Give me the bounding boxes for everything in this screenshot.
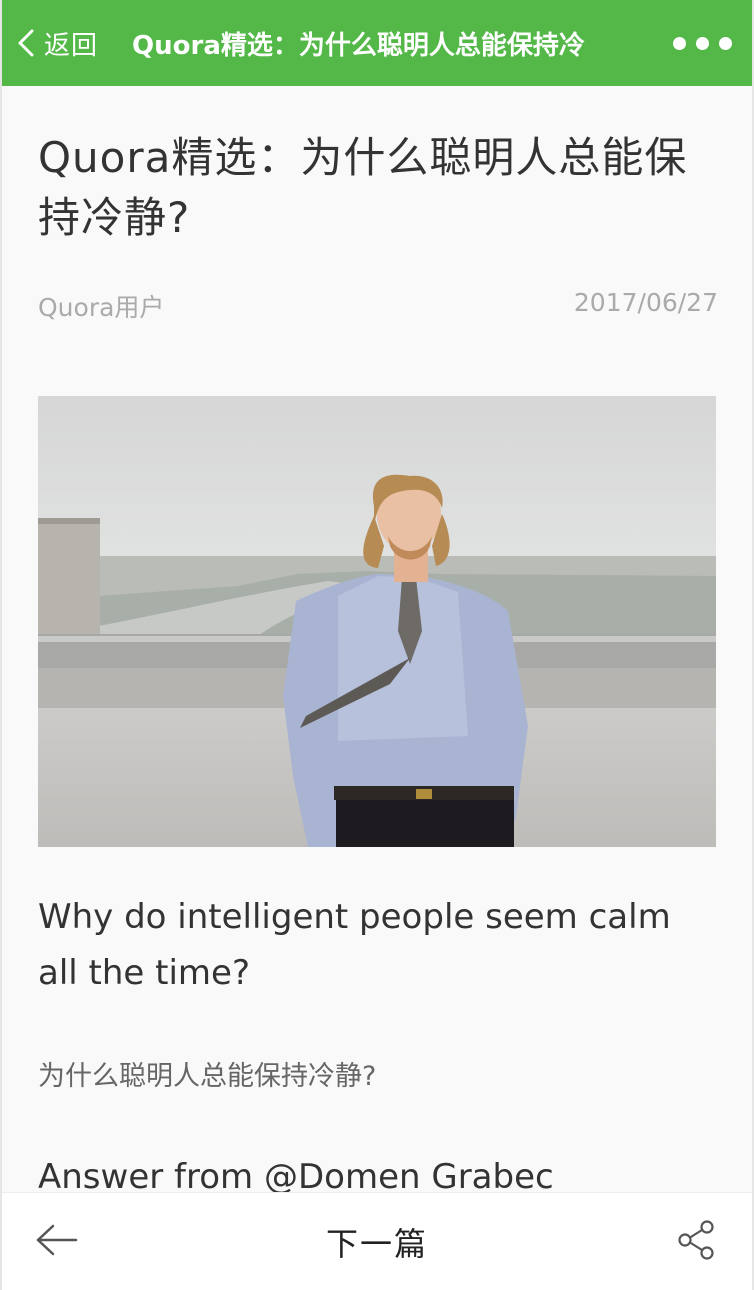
question-english: Why do intelligent people seem calm all … — [38, 897, 671, 993]
top-nav-bar: 返回 Quora精选：为什么聪明人总能保持冷 — [2, 0, 752, 86]
chevron-left-icon — [16, 28, 36, 58]
article-title: Quora精选：为什么聪明人总能保持冷静? — [38, 133, 688, 242]
previous-button[interactable] — [2, 1193, 112, 1290]
more-button[interactable] — [652, 0, 752, 86]
back-button[interactable]: 返回 — [2, 0, 132, 86]
article-content: Quora精选：为什么聪明人总能保持冷静? Quora用户 2017/06/27 — [38, 86, 718, 1201]
question-chinese: 为什么聪明人总能保持冷静? — [38, 1061, 377, 1092]
nav-title: Quora精选：为什么聪明人总能保持冷 — [132, 30, 585, 61]
back-label: 返回 — [44, 30, 99, 61]
next-article-button[interactable]: 下一篇 — [326, 1219, 428, 1265]
arrow-left-icon — [35, 1223, 79, 1261]
publish-date: 2017/06/27 — [573, 288, 718, 317]
share-icon — [677, 1219, 717, 1264]
share-button[interactable] — [642, 1193, 752, 1290]
author-name[interactable]: Quora用户 — [38, 288, 164, 324]
more-dots-icon — [672, 36, 686, 50]
article-meta: Quora用户 2017/06/27 — [38, 288, 718, 324]
article-screen: 返回 Quora精选：为什么聪明人总能保持冷 Quora精选：为什么聪明人总能保… — [0, 0, 754, 1290]
hero-image — [38, 396, 716, 847]
bottom-toolbar: 下一篇 — [2, 1192, 752, 1290]
